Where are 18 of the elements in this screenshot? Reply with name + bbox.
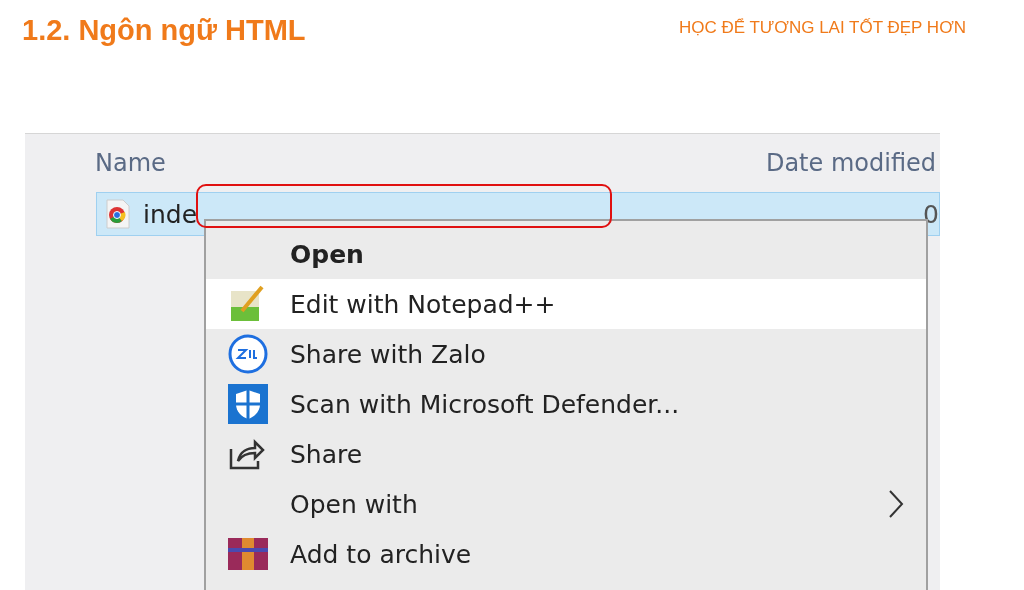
menu-item[interactable]: Scan with Microsoft Defender...: [206, 379, 926, 429]
archive-icon: [228, 538, 268, 570]
file-name: inde: [143, 199, 198, 229]
menu-item[interactable]: Open with: [206, 479, 926, 529]
slide-title: 1.2. Ngôn ngữ HTML: [22, 14, 306, 47]
chat-bubble-icon: [228, 334, 268, 374]
notepad-icon: [228, 285, 266, 323]
column-header[interactable]: Name: [95, 149, 166, 177]
menu-item[interactable]: Add to archive: [206, 529, 926, 579]
menu-item[interactable]: Share with Zalo: [206, 329, 926, 379]
share-icon: [228, 437, 266, 471]
shield-icon: [228, 384, 268, 424]
menu-item[interactable]: Edit with Notepad++: [206, 279, 926, 329]
chevron-right-icon: [888, 489, 904, 519]
menu-item[interactable]: Share: [206, 429, 926, 479]
browser-file-icon: [105, 199, 131, 229]
column-header[interactable]: Date modified: [765, 149, 936, 177]
slogan: HỌC ĐỂ TƯƠNG LAI TỐT ĐẸP HƠN: [678, 18, 966, 38]
